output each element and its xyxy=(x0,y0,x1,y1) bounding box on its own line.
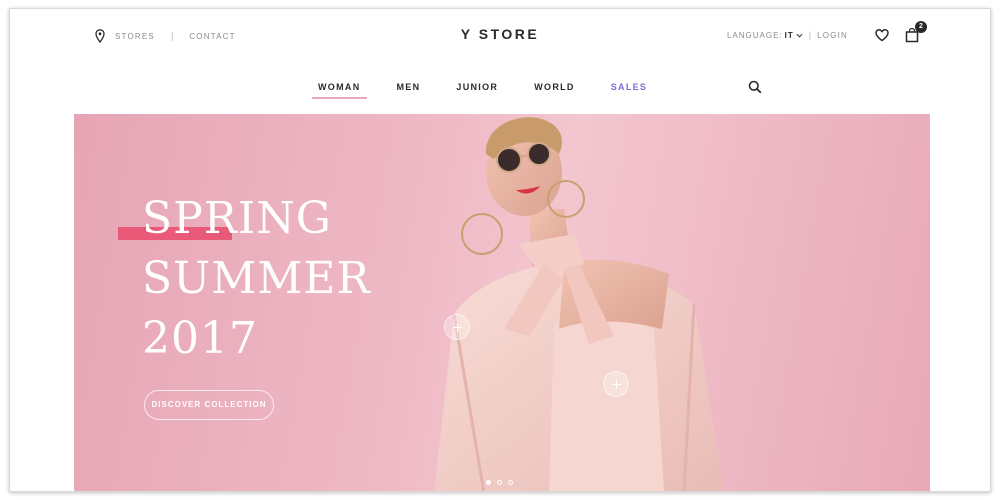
slider-dot-3[interactable] xyxy=(508,480,513,485)
chevron-down-icon[interactable] xyxy=(796,32,803,39)
cart-count-badge: 2 xyxy=(915,21,927,33)
browser-frame: STORES | CONTACT Y STORE LANGUAGE: IT | … xyxy=(9,8,991,492)
nav-item-men[interactable]: MEN xyxy=(389,79,429,101)
hero-banner: SPRING SUMMER 2017 DISCOVER COLLECTION xyxy=(74,114,930,491)
nav-items: WOMAN MEN JUNIOR WORLD SALES xyxy=(310,79,675,101)
top-bar: STORES | CONTACT Y STORE LANGUAGE: IT | … xyxy=(10,9,990,61)
hero-title-line-3: 2017 xyxy=(142,313,258,364)
hero-title-line-2: SUMMER xyxy=(142,253,371,304)
nav-item-world[interactable]: WORLD xyxy=(526,79,583,101)
product-hotspot-plus-icon[interactable] xyxy=(444,314,470,340)
cart-button[interactable]: 2 xyxy=(904,21,927,43)
nav-item-junior[interactable]: JUNIOR xyxy=(448,79,506,101)
language-label: LANGUAGE: xyxy=(726,30,783,40)
language-selector[interactable]: IT xyxy=(785,31,794,40)
login-link[interactable]: LOGIN xyxy=(817,31,848,40)
product-hotspot-plus-icon[interactable] xyxy=(603,371,629,397)
separator: | xyxy=(808,30,812,40)
discover-collection-button[interactable]: DISCOVER COLLECTION xyxy=(144,390,274,420)
slider-pagination xyxy=(486,480,513,485)
hero-title: SPRING SUMMER 2017 xyxy=(142,189,371,369)
slider-dot-2[interactable] xyxy=(497,480,502,485)
wishlist-button[interactable] xyxy=(874,27,890,43)
nav-item-sales[interactable]: SALES xyxy=(603,79,656,101)
search-icon[interactable] xyxy=(748,80,762,94)
hero-title-line-1: SPRING xyxy=(142,193,332,244)
top-right-controls: LANGUAGE: IT | LOGIN 2 xyxy=(726,21,927,43)
heart-icon xyxy=(875,29,889,42)
slider-dot-1[interactable] xyxy=(486,480,491,485)
main-nav: WOMAN MEN JUNIOR WORLD SALES xyxy=(10,79,990,103)
nav-item-woman[interactable]: WOMAN xyxy=(310,79,369,101)
hero-model-image xyxy=(434,117,724,491)
